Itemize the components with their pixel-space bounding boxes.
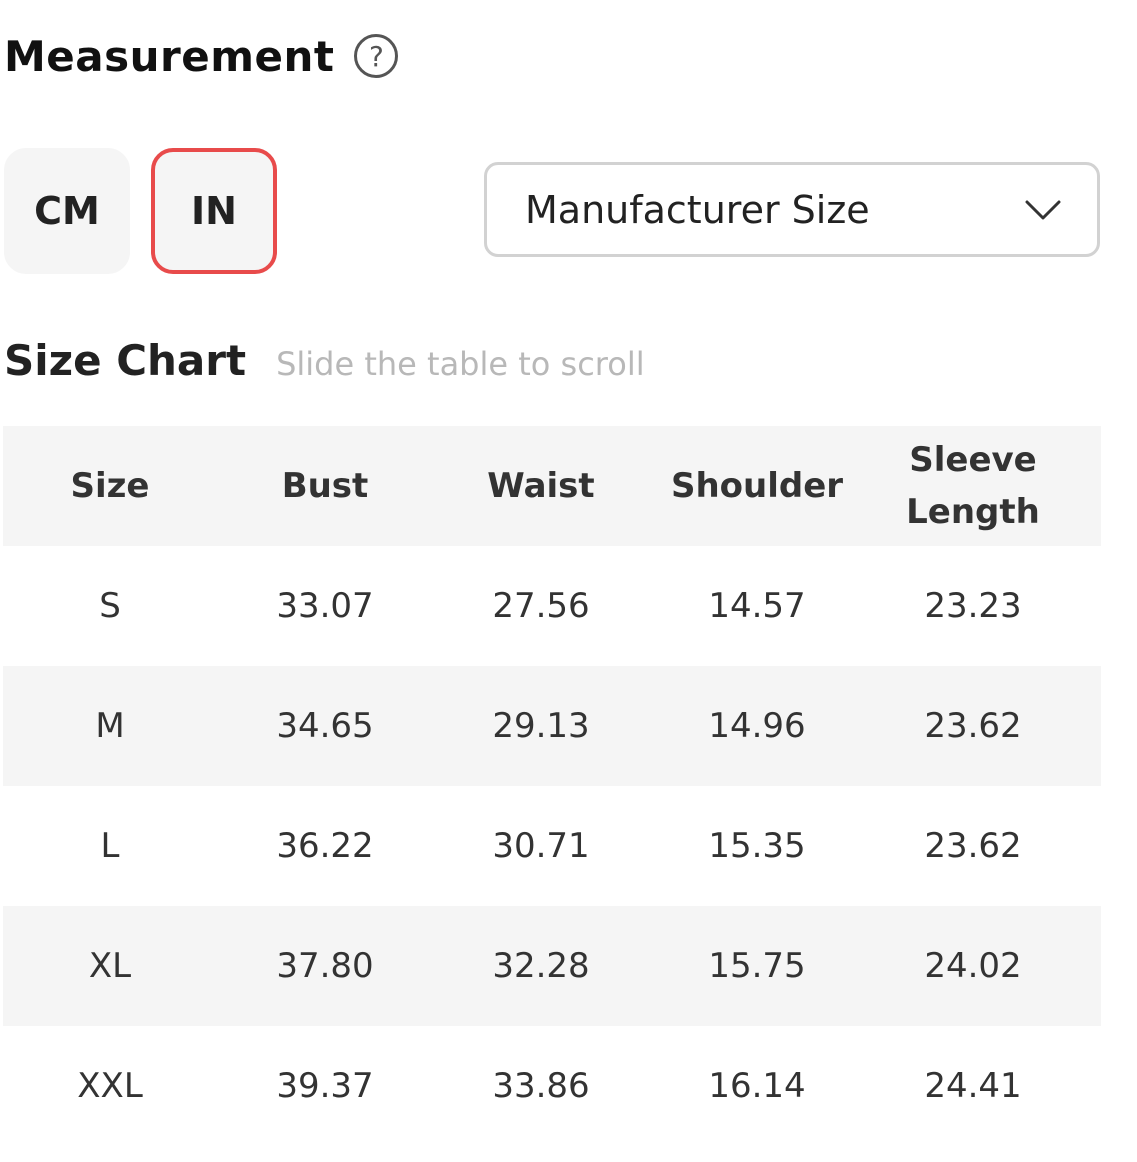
bust-cell: 33.07 <box>276 586 374 626</box>
size-chart-title: Size Chart <box>4 336 247 385</box>
page-title: Measurement <box>4 31 335 81</box>
shoulder-cell: 15.75 <box>708 946 806 986</box>
column-header-bust: Bust <box>281 466 369 506</box>
column-header-waist: Waist <box>487 466 595 506</box>
measurement-header: Measurement ? <box>4 26 399 86</box>
table-row: XXL 39.37 33.86 16.14 24.41 <box>3 1026 1101 1146</box>
unit-cm-button[interactable]: CM <box>4 148 130 274</box>
shoulder-cell: 16.14 <box>708 1066 806 1106</box>
waist-cell: 29.13 <box>492 706 590 746</box>
sleeve-length-cell: 23.23 <box>924 586 1022 626</box>
table-header-row: Size Bust Waist Shoulder Sleeve Length <box>3 426 1101 546</box>
chevron-down-icon <box>1025 200 1061 219</box>
table-row: XL 37.80 32.28 15.75 24.02 <box>3 906 1101 1026</box>
size-cell: M <box>95 706 125 746</box>
size-chart-heading: Size Chart Slide the table to scroll <box>4 336 645 385</box>
shoulder-cell: 14.96 <box>708 706 806 746</box>
table-row: M 34.65 29.13 14.96 23.62 <box>3 666 1101 786</box>
column-header-size: Size <box>70 466 150 506</box>
column-header-shoulder: Shoulder <box>670 466 844 506</box>
waist-cell: 33.86 <box>492 1066 590 1106</box>
size-type-select-value: Manufacturer Size <box>525 187 870 232</box>
sleeve-length-cell: 24.02 <box>924 946 1022 986</box>
sleeve-length-cell: 23.62 <box>924 826 1022 866</box>
shoulder-cell: 15.35 <box>708 826 806 866</box>
shoulder-cell: 14.57 <box>708 586 806 626</box>
table-row: S 33.07 27.56 14.57 23.23 <box>3 546 1101 666</box>
table-row: L 36.22 30.71 15.35 23.62 <box>3 786 1101 906</box>
size-type-select[interactable]: Manufacturer Size <box>484 162 1100 257</box>
sleeve-length-cell: 24.41 <box>924 1066 1022 1106</box>
size-cell: XL <box>88 946 132 986</box>
waist-cell: 30.71 <box>492 826 590 866</box>
column-header-sleeve-length: Sleeve Length <box>906 440 1040 532</box>
bust-cell: 37.80 <box>276 946 374 986</box>
size-cell: S <box>99 586 121 626</box>
bust-cell: 34.65 <box>276 706 374 746</box>
size-chart-table[interactable]: Size Bust Waist Shoulder Sleeve Length S… <box>3 426 1101 1146</box>
size-cell: L <box>100 826 120 866</box>
waist-cell: 32.28 <box>492 946 590 986</box>
scroll-hint: Slide the table to scroll <box>276 345 645 383</box>
waist-cell: 27.56 <box>492 586 590 626</box>
bust-cell: 39.37 <box>276 1066 374 1106</box>
sleeve-length-cell: 23.62 <box>924 706 1022 746</box>
unit-in-button[interactable]: IN <box>151 148 277 274</box>
help-icon[interactable]: ? <box>354 34 399 78</box>
bust-cell: 36.22 <box>276 826 374 866</box>
size-cell: XXL <box>77 1066 143 1106</box>
